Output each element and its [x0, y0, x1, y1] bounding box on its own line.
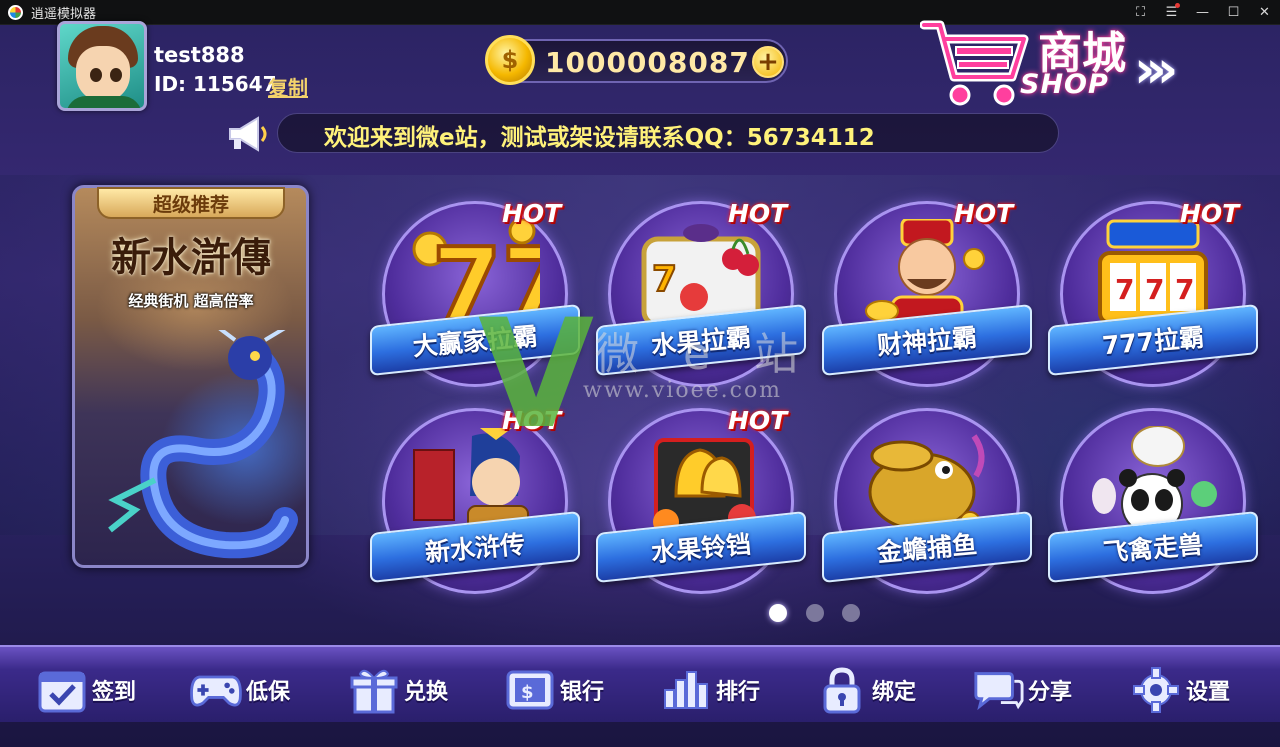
nav-sign-in[interactable]: 签到	[36, 662, 136, 718]
avatar-eye	[110, 68, 122, 82]
featured-subtitle: 经典街机 超高倍率	[128, 292, 254, 310]
nav-label: 银行	[560, 680, 605, 705]
svg-text:7: 7	[1175, 273, 1194, 306]
coin-icon: $	[485, 35, 535, 85]
watermark-url: www.vioee.com	[583, 378, 783, 403]
shop-label-en: SHOP	[1020, 69, 1109, 100]
gear-icon	[1130, 665, 1182, 715]
hot-badge: HOT	[1180, 199, 1240, 228]
page-dot-3[interactable]	[842, 604, 860, 622]
hot-badge: HOT	[502, 199, 562, 228]
hot-badge: HOT	[728, 199, 788, 228]
megaphone-icon	[229, 116, 267, 152]
nav-label: 分享	[1028, 680, 1073, 705]
svg-text:7: 7	[652, 259, 677, 300]
nav-subsidy[interactable]: 低保	[190, 662, 290, 718]
watermark-letter: V	[478, 288, 595, 462]
avatar-eye	[90, 68, 102, 82]
add-coins-button[interactable]: +	[752, 46, 784, 78]
coin-amount: 1000008087	[545, 46, 750, 79]
nav-bank[interactable]: $ 银行	[504, 662, 604, 718]
svg-text:7: 7	[1145, 273, 1164, 306]
nav-bind[interactable]: 绑定	[816, 662, 916, 718]
notification-dot	[1175, 3, 1180, 8]
chat-icon	[972, 665, 1024, 715]
gift-icon	[348, 665, 400, 715]
nav-exchange[interactable]: 兑换	[348, 662, 448, 718]
shop-arrows-icon: ›››	[1134, 40, 1178, 100]
calendar-check-icon	[36, 665, 88, 715]
ranking-icon	[660, 665, 712, 715]
watermark-text: 微e站	[595, 329, 843, 380]
nav-label: 绑定	[872, 680, 917, 705]
game-tile-777-slots[interactable]: 7 7 7 777拉霸 HOT	[1048, 197, 1258, 397]
username: test888	[154, 43, 245, 67]
dragon-icon	[108, 330, 298, 559]
emulator-logo-icon	[8, 4, 23, 20]
announcement-text: 欢迎来到微e站，测试或架设请联系QQ：56734112	[324, 125, 875, 151]
nav-settings[interactable]: 设置	[1130, 662, 1230, 718]
nav-ranking[interactable]: 排行	[660, 662, 760, 718]
copy-id-link[interactable]: 复制	[268, 72, 308, 101]
gamepad-icon	[190, 665, 242, 715]
bank-card-icon: $	[504, 665, 556, 715]
user-id: ID: 115647	[154, 72, 277, 96]
window-title: 逍遥模拟器	[31, 6, 97, 22]
nav-label: 兑换	[404, 680, 449, 705]
hot-badge: HOT	[954, 199, 1014, 228]
lock-icon	[816, 665, 868, 715]
hot-badge: HOT	[728, 406, 788, 435]
nav-label: 设置	[1186, 680, 1231, 705]
svg-text:7: 7	[1115, 273, 1134, 306]
page-dot-2[interactable]	[806, 604, 824, 622]
nav-share[interactable]: 分享	[972, 662, 1072, 718]
nav-label: 排行	[716, 680, 761, 705]
close-icon[interactable]: ✕	[1249, 0, 1280, 25]
shopping-cart-icon	[920, 20, 1029, 106]
avatar-shirt	[66, 96, 142, 108]
shop-button[interactable]: 商城 SHOP ›››	[920, 12, 1240, 112]
game-tile-fruit-bells[interactable]: 水果铃铛 HOT	[596, 404, 806, 604]
featured-title: 新水滸傳	[111, 234, 271, 281]
game-tile-god-of-wealth-slots[interactable]: 财神拉霸 HOT	[822, 197, 1032, 397]
featured-badge: 超级推荐	[97, 187, 285, 219]
page-dot-1[interactable]	[769, 604, 787, 622]
nav-label: 低保	[246, 680, 291, 705]
svg-text:$: $	[521, 682, 534, 703]
avatar[interactable]	[57, 21, 147, 111]
game-tile-golden-toad-fishing[interactable]: 金蟾捕鱼	[822, 404, 1032, 604]
game-tile-birds-and-beasts[interactable]: 飞禽走兽	[1048, 404, 1258, 604]
nav-label: 签到	[92, 680, 137, 705]
